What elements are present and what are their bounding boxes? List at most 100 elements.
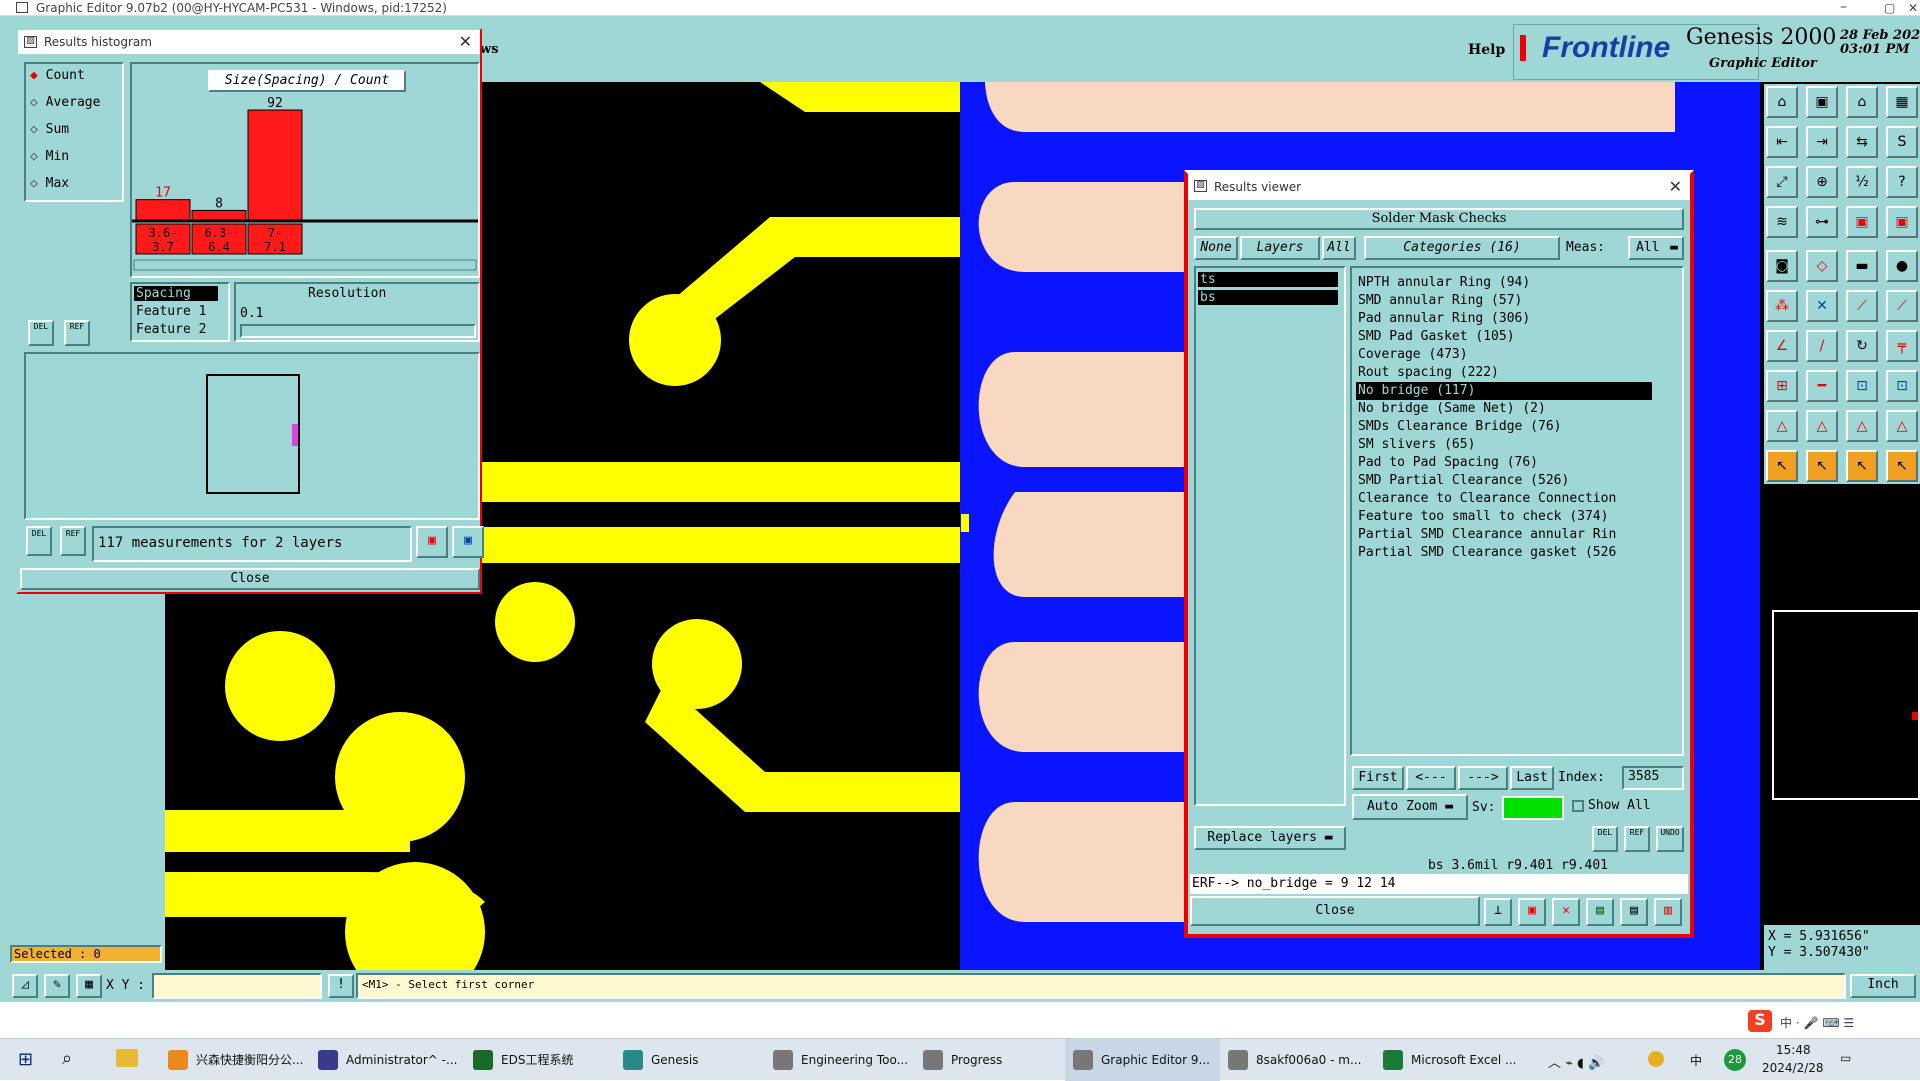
auto-zoom-select[interactable]: Auto Zoom ▬: [1352, 794, 1468, 820]
tool-grid-icon[interactable]: ▦: [1886, 86, 1918, 118]
tool-route2-icon[interactable]: ⊡: [1886, 370, 1918, 402]
category-item[interactable]: SMD Pad Gasket (105): [1356, 328, 1652, 346]
mode-option[interactable]: ◇ Min: [30, 149, 69, 164]
first-button[interactable]: First: [1352, 766, 1404, 790]
ime-tools[interactable]: 中 · 🎤 ⌨ ☰: [1780, 1014, 1854, 1031]
index-field[interactable]: 3585: [1622, 766, 1684, 790]
category-item[interactable]: Coverage (473): [1356, 346, 1652, 364]
viewer-ref-button[interactable]: REF: [1624, 826, 1650, 852]
tool-diamond-icon[interactable]: ◇: [1806, 250, 1838, 282]
taskbar-item[interactable]: Administrator^ -...: [310, 1039, 465, 1081]
tool-route-icon[interactable]: ⊡: [1846, 370, 1878, 402]
report-icon[interactable]: ▣: [1518, 898, 1546, 926]
exclaim-icon[interactable]: !: [328, 974, 354, 998]
ref-button[interactable]: REF: [64, 320, 90, 346]
categories-button[interactable]: Categories (16): [1364, 236, 1560, 260]
cmd-icon-1[interactable]: ◿: [12, 974, 38, 998]
tool-net2-icon[interactable]: ▣: [1886, 206, 1918, 238]
histogram-bar[interactable]: [135, 199, 191, 221]
none-button[interactable]: None: [1194, 236, 1238, 260]
tray-app-icon[interactable]: [1648, 1051, 1664, 1067]
mode-option[interactable]: ◆ Count: [30, 68, 85, 83]
viewer-del-button[interactable]: DEL: [1592, 826, 1618, 852]
sv-color-select[interactable]: [1502, 796, 1564, 820]
histogram-bar[interactable]: [191, 209, 247, 221]
category-item[interactable]: Partial SMD Clearance gasket (526: [1356, 544, 1652, 562]
tool-link2-icon[interactable]: ⟋: [1886, 290, 1918, 322]
tool-slash-icon[interactable]: ∕: [1806, 330, 1838, 362]
tool-node-icon[interactable]: ⁂: [1766, 290, 1798, 322]
mode-option[interactable]: ◇ Average: [30, 95, 100, 110]
tool-save-icon[interactable]: ▣: [1806, 86, 1838, 118]
tray-tools[interactable]: ︿ ⌁ ◖ 🔊: [1548, 1052, 1604, 1071]
tool-link-icon[interactable]: ⟋: [1846, 290, 1878, 322]
category-item[interactable]: Pad annular Ring (306): [1356, 310, 1652, 328]
category-item[interactable]: No bridge (Same Net) (2): [1356, 400, 1652, 418]
menu-help[interactable]: Help: [1468, 42, 1505, 58]
show-all-checkbox[interactable]: [1572, 800, 1584, 812]
del-button-2[interactable]: DEL: [26, 526, 52, 556]
prev-button[interactable]: <---: [1406, 766, 1456, 790]
ruler-icon[interactable]: ⊥: [1484, 898, 1512, 926]
histogram-close-icon[interactable]: ✕: [459, 30, 472, 54]
category-item[interactable]: Rout spacing (222): [1356, 364, 1652, 382]
tool-pointer3-icon[interactable]: ↖: [1846, 450, 1878, 482]
zoom-all-icon[interactable]: ▣: [452, 526, 484, 558]
tool-pointer-icon[interactable]: ↖: [1766, 450, 1798, 482]
close-icon[interactable]: ✕: [1908, 1, 1918, 15]
tool-key-icon[interactable]: ⊶: [1806, 206, 1838, 238]
taskbar-item[interactable]: Engineering Too...: [765, 1039, 915, 1081]
histogram-icon[interactable]: ▥: [1654, 898, 1682, 926]
tool-add-icon[interactable]: ⊞: [1766, 370, 1798, 402]
category-item[interactable]: SM slivers (65): [1356, 436, 1652, 454]
tool-tri1-icon[interactable]: △: [1766, 410, 1798, 442]
last-button[interactable]: Last: [1510, 766, 1554, 790]
tool-tri4-icon[interactable]: △: [1886, 410, 1918, 442]
taskbar-item[interactable]: Microsoft Excel ...: [1375, 1039, 1525, 1081]
tool-layers-icon[interactable]: ≋: [1766, 206, 1798, 238]
viewer-undo-button[interactable]: UNDO: [1656, 826, 1684, 852]
notes-icon[interactable]: ▤: [1620, 898, 1648, 926]
tool-tri2-icon[interactable]: △: [1806, 410, 1838, 442]
layer-item[interactable]: ts: [1198, 272, 1338, 287]
taskbar-item[interactable]: 兴森快捷衡阳分公...: [160, 1039, 310, 1081]
layer-item[interactable]: bs: [1198, 290, 1338, 305]
category-item[interactable]: Clearance to Clearance Connection: [1356, 490, 1652, 508]
tool-s-icon[interactable]: S: [1886, 126, 1918, 158]
tool-net-icon[interactable]: ▣: [1846, 206, 1878, 238]
category-item[interactable]: Feature too small to check (374): [1356, 508, 1652, 526]
taskbar-item[interactable]: 8sakf006a0 - m...: [1220, 1039, 1375, 1081]
tool-ratio-icon[interactable]: ½: [1846, 166, 1878, 198]
category-item[interactable]: SMD Partial Clearance (526): [1356, 472, 1652, 490]
tool-pointer2-icon[interactable]: ↖: [1806, 450, 1838, 482]
tool-help-icon[interactable]: ?: [1886, 166, 1918, 198]
tool-fit-icon[interactable]: ⤢: [1766, 166, 1798, 198]
cmd-icon-2[interactable]: ✎: [44, 974, 70, 998]
units-select[interactable]: Inch: [1850, 974, 1916, 998]
meas-select[interactable]: All ▬: [1628, 236, 1684, 260]
layers-button[interactable]: Layers: [1240, 236, 1320, 260]
grid-icon[interactable]: ▦: [76, 974, 102, 998]
tray-lang[interactable]: 中: [1690, 1052, 1702, 1069]
taskbar-item[interactable]: Graphic Editor 9...: [1065, 1039, 1220, 1081]
feature-list-item[interactable]: Spacing: [134, 286, 218, 301]
sogou-ime-icon[interactable]: S: [1748, 1010, 1772, 1032]
category-item[interactable]: Pad to Pad Spacing (76): [1356, 454, 1652, 472]
tool-cross-icon[interactable]: ✕: [1806, 290, 1838, 322]
ref-button-2[interactable]: REF: [60, 526, 86, 556]
resolution-slider[interactable]: [240, 324, 476, 338]
tool-copy-icon[interactable]: ⇥: [1806, 126, 1838, 158]
mode-option[interactable]: ◇ Sum: [30, 122, 69, 137]
taskbar-item[interactable]: Genesis: [615, 1039, 765, 1081]
feature-list-item[interactable]: Feature 1: [134, 304, 218, 319]
del-button[interactable]: DEL: [28, 320, 54, 346]
tool-house-icon[interactable]: ⌂: [1846, 86, 1878, 118]
next-button[interactable]: --->: [1458, 766, 1508, 790]
tool-tri3-icon[interactable]: △: [1846, 410, 1878, 442]
tool-circle-icon[interactable]: ●: [1886, 250, 1918, 282]
tool-line-icon[interactable]: ∠: [1766, 330, 1798, 362]
histogram-bar[interactable]: [247, 109, 303, 221]
viewer-close-icon[interactable]: ✕: [1669, 174, 1682, 200]
tool-center-icon[interactable]: ⊕: [1806, 166, 1838, 198]
histogram-close-button[interactable]: Close: [20, 568, 480, 590]
